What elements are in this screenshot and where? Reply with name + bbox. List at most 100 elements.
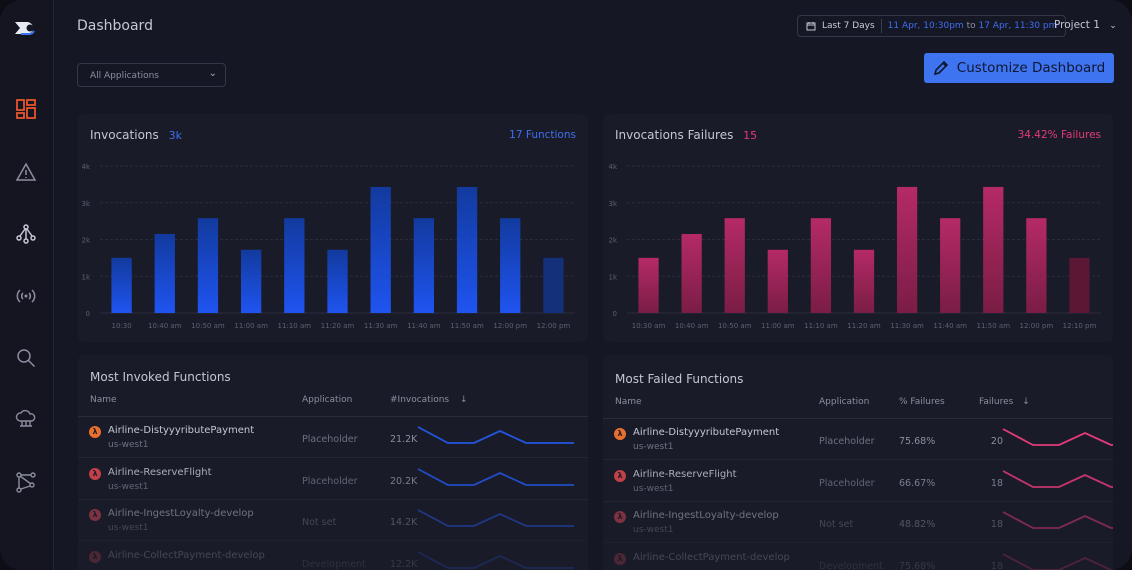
y-tick-label: 4k xyxy=(81,163,90,171)
table-row[interactable]: λ Airline-IngestLoyalty-develop us-west1… xyxy=(78,500,588,541)
table-row[interactable]: λ Airline-DistyyyributePayment us-west1 … xyxy=(78,417,588,458)
bar[interactable] xyxy=(638,257,659,313)
card-title: Most Invoked Functions xyxy=(90,370,231,384)
column-header-application[interactable]: Application xyxy=(819,397,869,407)
bar[interactable] xyxy=(1069,257,1090,313)
bar[interactable] xyxy=(154,233,175,313)
date-range-label: Last 7 Days xyxy=(822,21,875,31)
project-name: Project 1 xyxy=(1054,19,1100,31)
bar[interactable] xyxy=(456,186,478,313)
invocations-value: 21.2K xyxy=(390,434,418,445)
function-region: us-west1 xyxy=(108,481,149,492)
x-tick-label: 11:40 am xyxy=(933,322,967,330)
lambda-icon: λ xyxy=(614,511,626,523)
graph-icon[interactable] xyxy=(13,469,39,495)
sidebar xyxy=(0,0,54,570)
alert-icon[interactable] xyxy=(13,159,39,185)
function-name[interactable]: Airline-IngestLoyalty-develop xyxy=(108,508,254,519)
search-icon[interactable] xyxy=(13,345,39,371)
dashboard-icon[interactable] xyxy=(13,96,39,122)
sort-down-icon: ↓ xyxy=(460,395,468,405)
customize-dashboard-button[interactable]: Customize Dashboard xyxy=(924,53,1114,83)
project-selector[interactable]: Project 1 ⌄ xyxy=(1054,19,1117,31)
logo-icon[interactable] xyxy=(13,15,39,41)
column-header-pct-failures[interactable]: % Failures xyxy=(899,397,945,407)
application-value: Development xyxy=(819,560,883,570)
bar[interactable] xyxy=(197,218,219,313)
function-name[interactable]: Airline-DistyyyributePayment xyxy=(633,427,779,438)
failures-value: 18 xyxy=(990,519,1003,530)
function-name[interactable]: Airline-ReserveFlight xyxy=(633,469,737,480)
bar[interactable] xyxy=(240,249,262,313)
topology-icon[interactable] xyxy=(13,221,39,247)
bar[interactable] xyxy=(681,233,702,313)
y-tick-label: 3k xyxy=(608,200,617,208)
column-header-name[interactable]: Name xyxy=(90,395,117,405)
bar[interactable] xyxy=(500,218,521,313)
x-tick-label: 11:30 am xyxy=(890,322,924,330)
x-tick-label: 10:50 am xyxy=(718,322,752,330)
sparkline xyxy=(417,509,574,527)
bar[interactable] xyxy=(724,218,745,313)
chevron-down-icon: ⌄ xyxy=(1109,21,1117,31)
column-header-application[interactable]: Application xyxy=(302,395,352,405)
signal-icon[interactable] xyxy=(13,283,39,309)
date-from: 11 Apr, 10:30pm xyxy=(887,21,964,31)
column-header-name[interactable]: Name xyxy=(615,397,642,407)
x-tick-label: 11:10 am xyxy=(278,322,312,330)
bar[interactable] xyxy=(370,186,391,313)
x-tick-label: 11:50 am xyxy=(977,322,1011,330)
function-name[interactable]: Airline-CollectPayment-develop xyxy=(108,550,265,561)
bar[interactable] xyxy=(983,186,1004,313)
y-tick-label: 0 xyxy=(86,310,90,318)
function-region: us-west1 xyxy=(633,442,674,452)
function-region: us-west1 xyxy=(108,440,149,450)
column-header-failures[interactable]: Failures ↓ xyxy=(979,397,1030,407)
table-row[interactable]: λ Airline-IngestLoyalty-develop us-west1… xyxy=(603,502,1113,543)
bar[interactable] xyxy=(284,218,305,313)
table-row[interactable]: λ Airline-ReserveFlight us-west1 Placeho… xyxy=(78,459,588,500)
function-name[interactable]: Airline-CollectPayment-develop xyxy=(633,552,790,563)
failures-value: 18 xyxy=(990,477,1003,489)
x-tick-label: 11:10 am xyxy=(804,322,838,330)
bar[interactable] xyxy=(327,249,348,313)
bar[interactable] xyxy=(413,218,435,313)
x-tick-label: 11:00 am xyxy=(761,322,795,330)
pct-failures-value: 48.82% xyxy=(899,519,936,530)
function-name[interactable]: Airline-DistyyyributePayment xyxy=(108,425,254,436)
bar[interactable] xyxy=(940,218,961,313)
date-range-picker[interactable]: Last 7 Days 11 Apr, 10:30pm to 17 Apr, 1… xyxy=(797,15,1067,37)
lambda-icon: λ xyxy=(89,426,101,438)
bar[interactable] xyxy=(543,257,564,313)
bar[interactable] xyxy=(767,249,788,313)
column-header-invocations[interactable]: #Invocations ↓ xyxy=(390,395,468,405)
table-row[interactable]: λ Airline-DistyyyributePayment us-west1 … xyxy=(603,419,1113,460)
sparkline xyxy=(417,467,574,486)
invocations-chart: 0 1k 2k 3k 4k 10:30 10:40 am 10:50 am 11:00 am 11… xyxy=(81,163,575,330)
application-value: Placeholder xyxy=(302,434,358,445)
invocations-value: 20.2K xyxy=(390,475,418,487)
bar[interactable] xyxy=(810,218,832,313)
y-tick-label: 3k xyxy=(81,200,90,208)
failures-card: Invocations Failures 15 34.42% Failures … xyxy=(603,114,1113,342)
cloud-icon[interactable] xyxy=(13,406,39,432)
function-name[interactable]: Airline-IngestLoyalty-develop xyxy=(633,510,779,521)
pct-failures-value: 75.68% xyxy=(899,436,936,447)
invocations-value: 12.2K xyxy=(390,558,418,570)
bar[interactable] xyxy=(111,257,132,313)
x-tick-label: 12:00 pm xyxy=(493,322,527,330)
x-tick-label: 11:30 am xyxy=(364,322,398,330)
function-name[interactable]: Airline-ReserveFlight xyxy=(108,467,212,478)
bar[interactable] xyxy=(1026,218,1047,313)
pct-failures-value: 75.68% xyxy=(899,560,936,570)
table-row[interactable]: λ Airline-CollectPayment-develop Develop… xyxy=(603,544,1113,570)
table-row[interactable]: λ Airline-CollectPayment-develop Develop… xyxy=(78,542,588,570)
application-filter[interactable]: All Applications ⌄ xyxy=(77,63,226,87)
lambda-icon: λ xyxy=(89,467,101,480)
pencil-icon xyxy=(933,60,948,76)
sparkline xyxy=(1002,428,1113,446)
table-row[interactable]: λ Airline-ReserveFlight us-west1 Placeho… xyxy=(603,461,1113,502)
sort-down-icon: ↓ xyxy=(1022,397,1030,407)
bar[interactable] xyxy=(853,249,875,313)
bar[interactable] xyxy=(896,186,918,313)
